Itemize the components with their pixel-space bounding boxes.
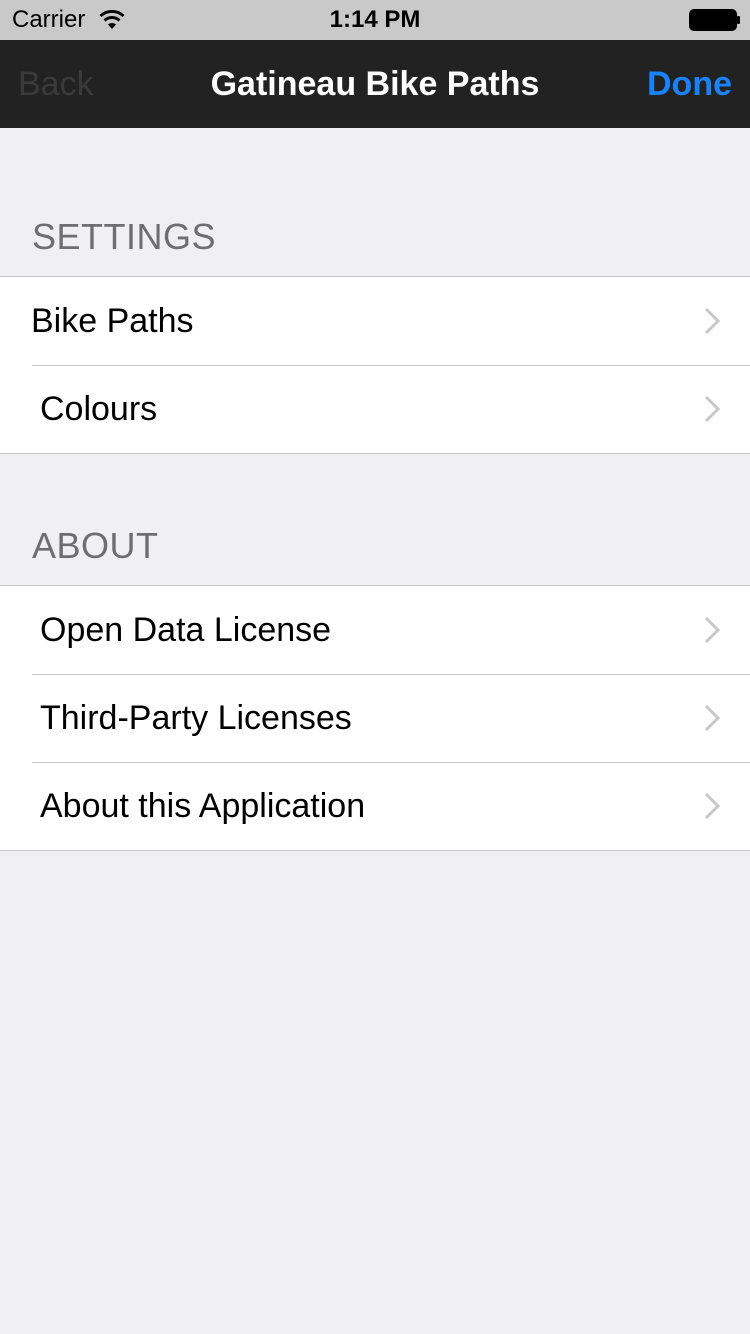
settings-group: Bike Paths Colours	[0, 276, 750, 454]
list-item-bike-paths[interactable]: Bike Paths	[0, 277, 750, 365]
battery-icon	[689, 9, 740, 31]
list-item-label: Open Data License	[40, 611, 332, 649]
chevron-right-icon	[704, 616, 720, 644]
list-item-label: Bike Paths	[31, 302, 194, 340]
list-item-label: About this Application	[40, 787, 366, 825]
chevron-right-icon	[704, 792, 720, 820]
list-item-about-this-application[interactable]: About this Application	[0, 762, 750, 850]
list-item-label: Colours	[40, 390, 158, 428]
settings-screen: Carrier 1:14 PM Back Gatineau Bike Paths…	[0, 0, 750, 1334]
about-group: Open Data License Third-Party Licenses A…	[0, 585, 750, 851]
list-item-third-party-licenses[interactable]: Third-Party Licenses	[0, 674, 750, 762]
list-item-open-data-license[interactable]: Open Data License	[0, 586, 750, 674]
list-item-colours[interactable]: Colours	[0, 365, 750, 453]
section-header-about: ABOUT	[32, 525, 159, 566]
status-time: 1:14 PM	[329, 6, 421, 33]
list-item-label: Third-Party Licenses	[40, 699, 352, 737]
chevron-right-icon	[704, 704, 720, 732]
status-bar: Carrier 1:14 PM	[0, 0, 750, 40]
done-button[interactable]: Done	[647, 64, 732, 104]
navigation-bar: Back Gatineau Bike Paths Done	[0, 40, 750, 128]
section-header-settings: SETTINGS	[32, 216, 217, 257]
chevron-right-icon	[704, 395, 720, 423]
chevron-right-icon	[704, 307, 720, 335]
page-title: Gatineau Bike Paths	[210, 65, 540, 103]
